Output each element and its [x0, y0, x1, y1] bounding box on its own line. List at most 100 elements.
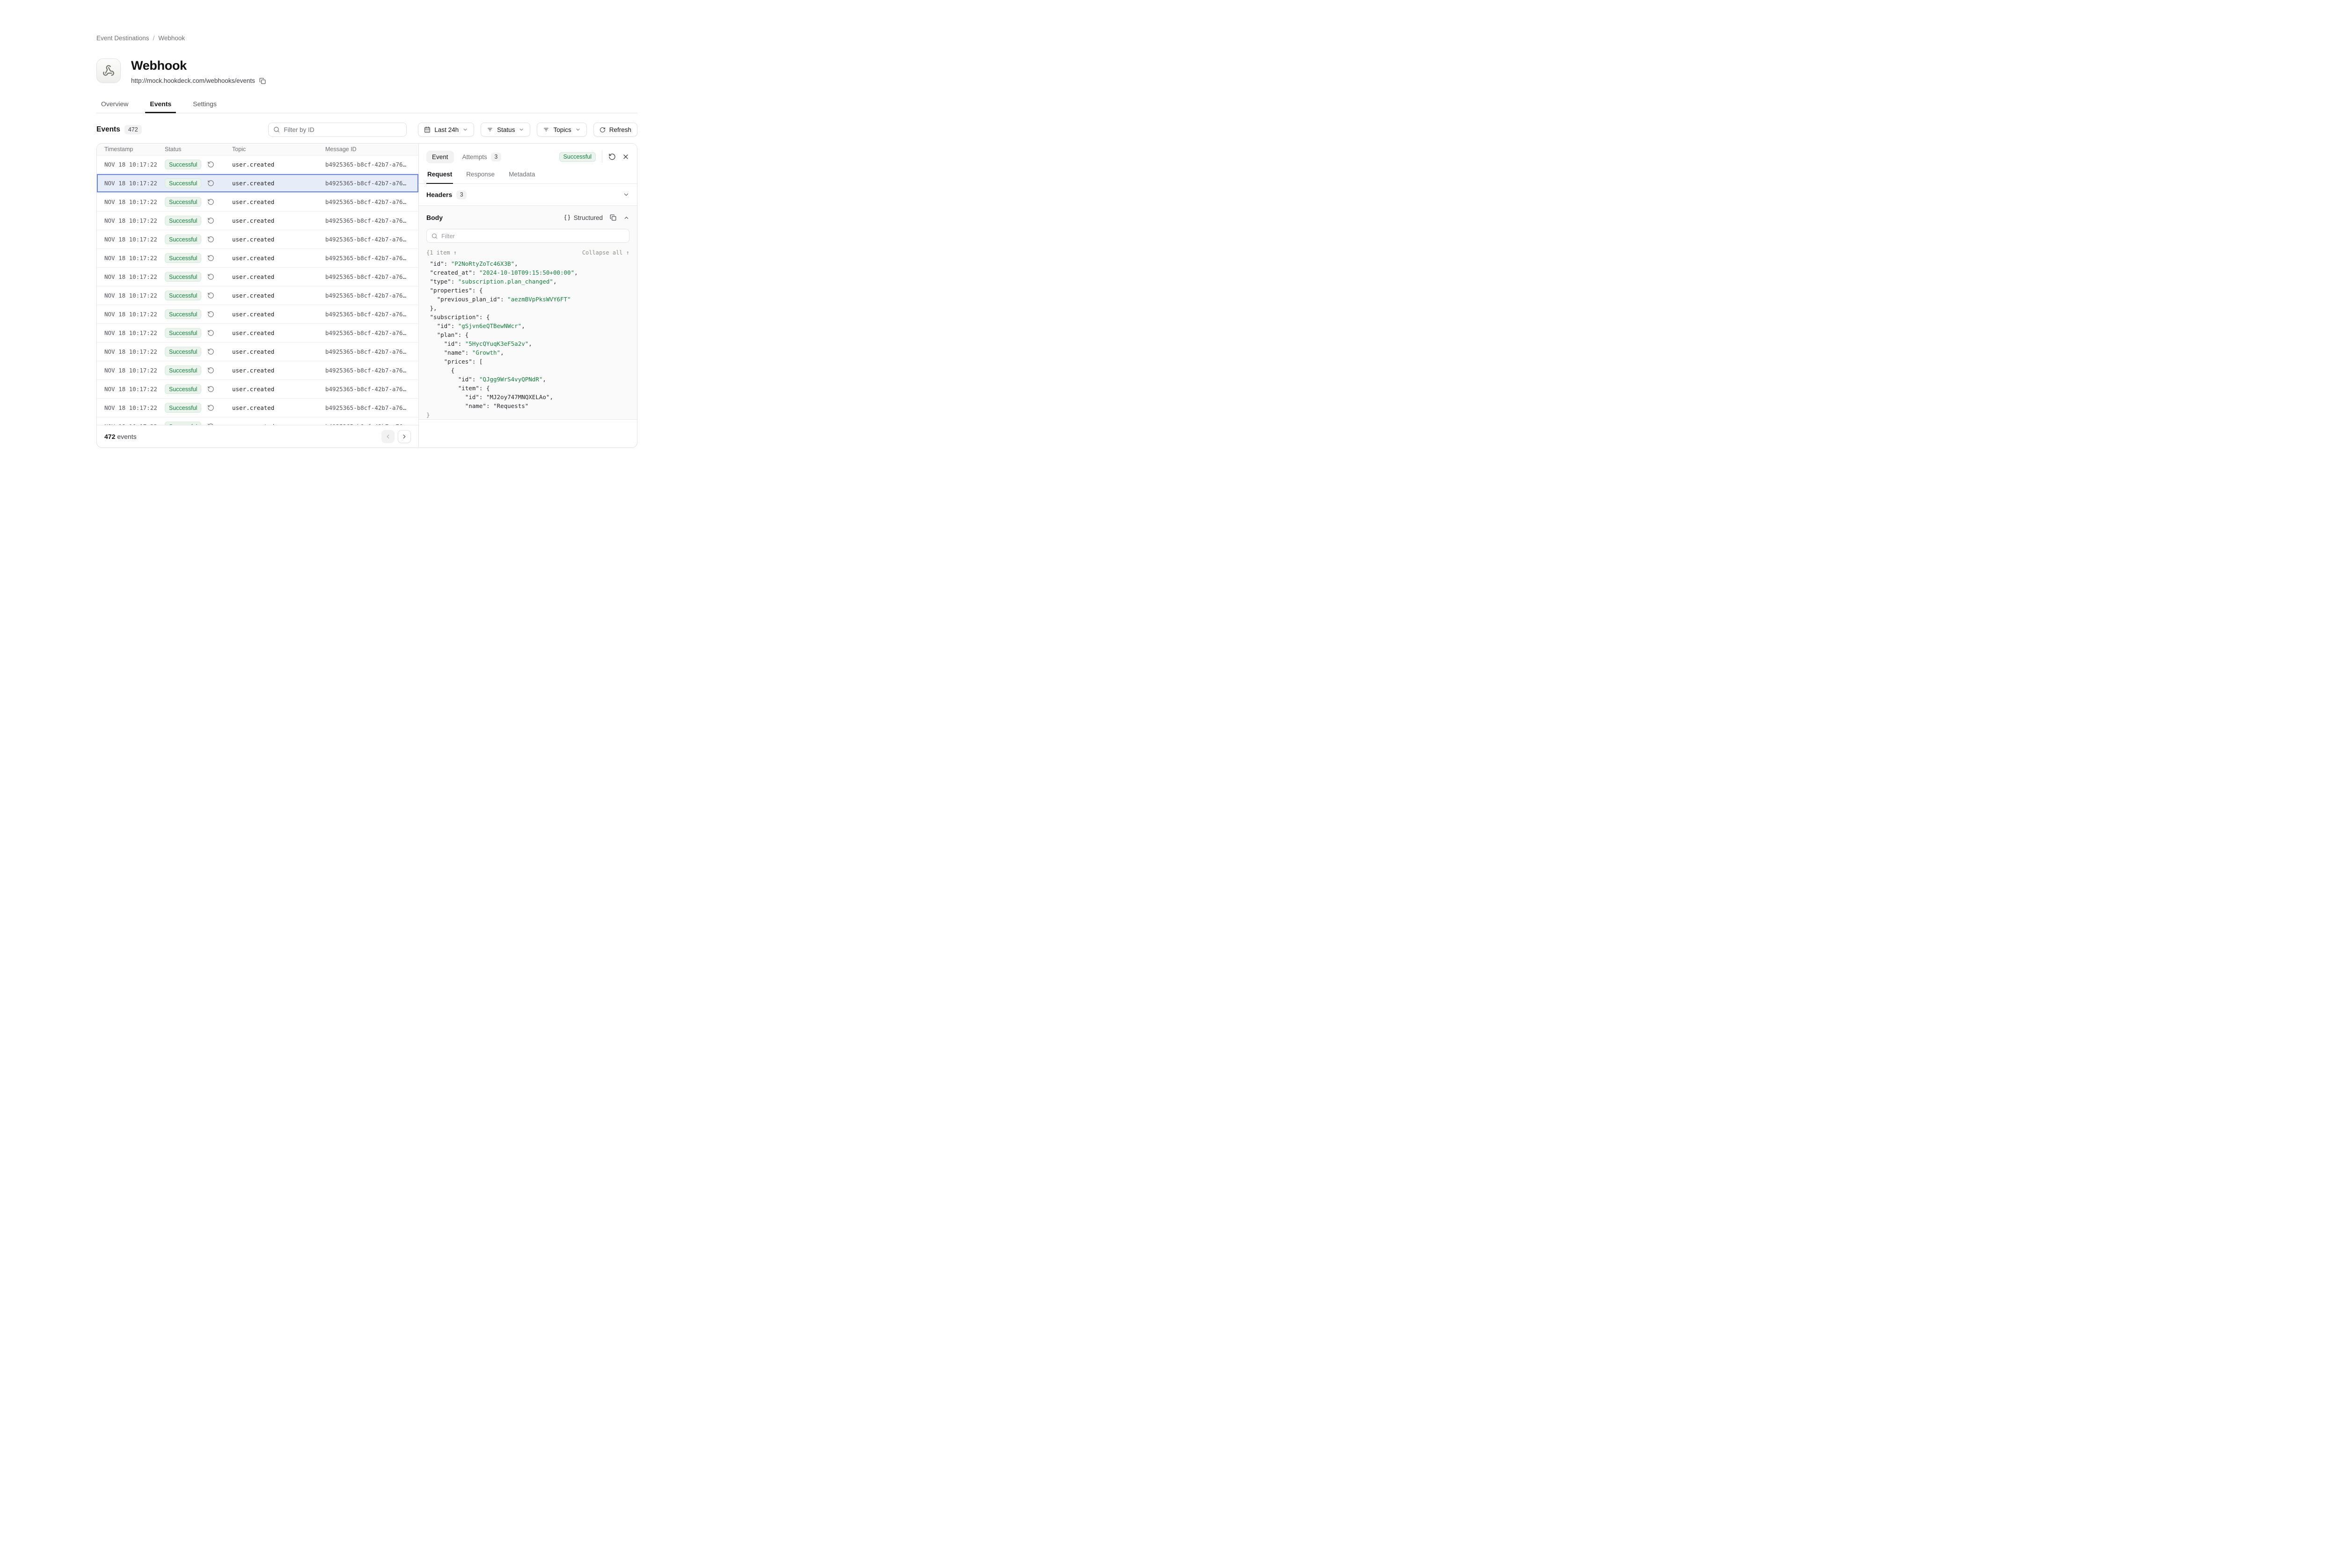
json-root-toggle[interactable]: {1 item ↑	[426, 249, 457, 256]
retry-row-icon[interactable]	[207, 367, 214, 374]
table-row[interactable]: NOV 18 10:17:22 Successful user.created …	[97, 305, 418, 324]
refresh-button[interactable]: Refresh	[593, 123, 637, 137]
row-timestamp: NOV 18 10:17:22	[97, 386, 165, 393]
table-row[interactable]: NOV 18 10:17:22 Successful user.created …	[97, 155, 418, 174]
panel-tab-attempts[interactable]: Attempts 3	[462, 153, 501, 161]
next-page-button[interactable]	[398, 430, 411, 443]
filter-by-id-input[interactable]	[284, 126, 402, 133]
table-row[interactable]: NOV 18 10:17:22 Successful user.created …	[97, 417, 418, 425]
retry-row-icon[interactable]	[207, 161, 214, 168]
events-heading: Events	[96, 125, 120, 134]
tab-settings[interactable]: Settings	[188, 96, 221, 113]
retry-event-icon[interactable]	[608, 153, 616, 160]
topics-filter-button[interactable]: Topics	[537, 123, 586, 137]
table-row[interactable]: NOV 18 10:17:22 Successful user.created …	[97, 230, 418, 249]
row-status-badge: Successful	[165, 328, 201, 338]
chevron-down-icon[interactable]	[623, 191, 629, 198]
retry-row-icon[interactable]	[207, 255, 214, 262]
retry-row-icon[interactable]	[207, 236, 214, 243]
row-message-id: b4925365-b8cf-42b7-a76…	[325, 217, 418, 224]
row-timestamp: NOV 18 10:17:22	[97, 273, 165, 280]
arrow-up-icon: ↑	[626, 249, 629, 256]
structured-view-toggle[interactable]: Structured	[564, 214, 603, 221]
tab-response[interactable]: Response	[465, 170, 496, 183]
table-row[interactable]: NOV 18 10:17:22 Successful user.created …	[97, 174, 418, 193]
filter-lines-icon	[487, 126, 493, 133]
breadcrumb-event-destinations[interactable]: Event Destinations	[96, 35, 149, 42]
table-row[interactable]: NOV 18 10:17:22 Successful user.created …	[97, 324, 418, 343]
row-message-id: b4925365-b8cf-42b7-a76…	[325, 329, 418, 336]
retry-row-icon[interactable]	[207, 348, 214, 355]
retry-row-icon[interactable]	[207, 180, 214, 187]
json-line: "item": {	[426, 384, 629, 393]
json-line: "created_at": "2024-10-10T09:15:50+00:00…	[426, 268, 629, 277]
row-message-id: b4925365-b8cf-42b7-a76…	[325, 198, 418, 205]
close-panel-icon[interactable]	[622, 153, 629, 160]
column-message-id: Message ID	[325, 146, 418, 153]
column-status: Status	[165, 146, 232, 153]
row-timestamp: NOV 18 10:17:22	[97, 180, 165, 187]
json-line: "name": "Growth",	[426, 348, 629, 357]
retry-row-icon[interactable]	[207, 273, 214, 280]
row-status-badge: Successful	[165, 160, 201, 169]
json-meta-row: {1 item ↑ Collapse all ↑	[426, 249, 629, 256]
table-header: Timestamp Status Topic Message ID	[97, 144, 418, 155]
copy-body-icon[interactable]	[610, 214, 616, 221]
row-timestamp: NOV 18 10:17:22	[97, 236, 165, 243]
table-row[interactable]: NOV 18 10:17:22 Successful user.created …	[97, 343, 418, 361]
table-row[interactable]: NOV 18 10:17:22 Successful user.created …	[97, 268, 418, 286]
table-row[interactable]: NOV 18 10:17:22 Successful user.created …	[97, 380, 418, 399]
events-count-badge: 472	[124, 125, 142, 134]
collapse-body-chevron-up-icon[interactable]	[623, 215, 629, 221]
panel-tab-event[interactable]: Event	[426, 151, 454, 163]
retry-row-icon[interactable]	[207, 198, 214, 205]
event-status-badge: Successful	[559, 152, 596, 162]
json-line: "properties": {	[426, 286, 629, 295]
copy-url-icon[interactable]	[259, 78, 266, 84]
table-row[interactable]: NOV 18 10:17:22 Successful user.created …	[97, 211, 418, 230]
row-message-id: b4925365-b8cf-42b7-a76…	[325, 386, 418, 393]
retry-row-icon[interactable]	[207, 217, 214, 224]
row-topic: user.created	[232, 386, 325, 393]
tab-events[interactable]: Events	[145, 96, 176, 113]
table-row[interactable]: NOV 18 10:17:22 Successful user.created …	[97, 399, 418, 417]
json-body-viewer: "id": "P2NoRtyZoTc46X3B", "created_at": …	[426, 259, 629, 419]
search-icon	[273, 126, 280, 133]
events-toolbar: Events 472 Last 24h Status Topics	[96, 123, 637, 137]
row-message-id: b4925365-b8cf-42b7-a76…	[325, 311, 418, 318]
json-line: {	[426, 366, 629, 375]
row-message-id: b4925365-b8cf-42b7-a76…	[325, 292, 418, 299]
status-filter-button[interactable]: Status	[481, 123, 530, 137]
row-topic: user.created	[232, 367, 325, 374]
row-message-id: b4925365-b8cf-42b7-a76…	[325, 255, 418, 262]
table-row[interactable]: NOV 18 10:17:22 Successful user.created …	[97, 249, 418, 268]
arrow-up-icon: ↑	[453, 249, 457, 256]
json-line: "prices": [	[426, 357, 629, 366]
tab-metadata[interactable]: Metadata	[508, 170, 536, 183]
row-message-id: b4925365-b8cf-42b7-a76…	[325, 180, 418, 187]
retry-row-icon[interactable]	[207, 329, 214, 336]
tab-request[interactable]: Request	[426, 170, 453, 183]
time-filter-button[interactable]: Last 24h	[418, 123, 474, 137]
total-events-count: 472events	[104, 433, 137, 440]
table-row[interactable]: NOV 18 10:17:22 Successful user.created …	[97, 286, 418, 305]
row-status-badge: Successful	[165, 272, 201, 282]
previous-page-button[interactable]	[381, 430, 395, 443]
table-body: NOV 18 10:17:22 Successful user.created …	[97, 155, 418, 425]
table-row[interactable]: NOV 18 10:17:22 Successful user.created …	[97, 361, 418, 380]
json-line: "id": "gSjvn6eQTBewNWcr",	[426, 321, 629, 330]
retry-row-icon[interactable]	[207, 292, 214, 299]
table-row[interactable]: NOV 18 10:17:22 Successful user.created …	[97, 193, 418, 211]
row-timestamp: NOV 18 10:17:22	[97, 311, 165, 318]
retry-row-icon[interactable]	[207, 311, 214, 318]
row-topic: user.created	[232, 236, 325, 243]
body-filter-input[interactable]	[441, 233, 624, 240]
panel-bottom-spacer	[419, 420, 637, 447]
collapse-all-button[interactable]: Collapse all ↑	[582, 249, 629, 256]
retry-row-icon[interactable]	[207, 386, 214, 393]
event-detail-panel: Event Attempts 3 Successful Re	[418, 144, 637, 447]
retry-row-icon[interactable]	[207, 404, 214, 411]
tab-overview[interactable]: Overview	[96, 96, 133, 113]
filter-buttons: Last 24h Status Topics Refresh	[418, 123, 637, 137]
headers-section-toggle[interactable]: Headers 3	[419, 184, 637, 206]
